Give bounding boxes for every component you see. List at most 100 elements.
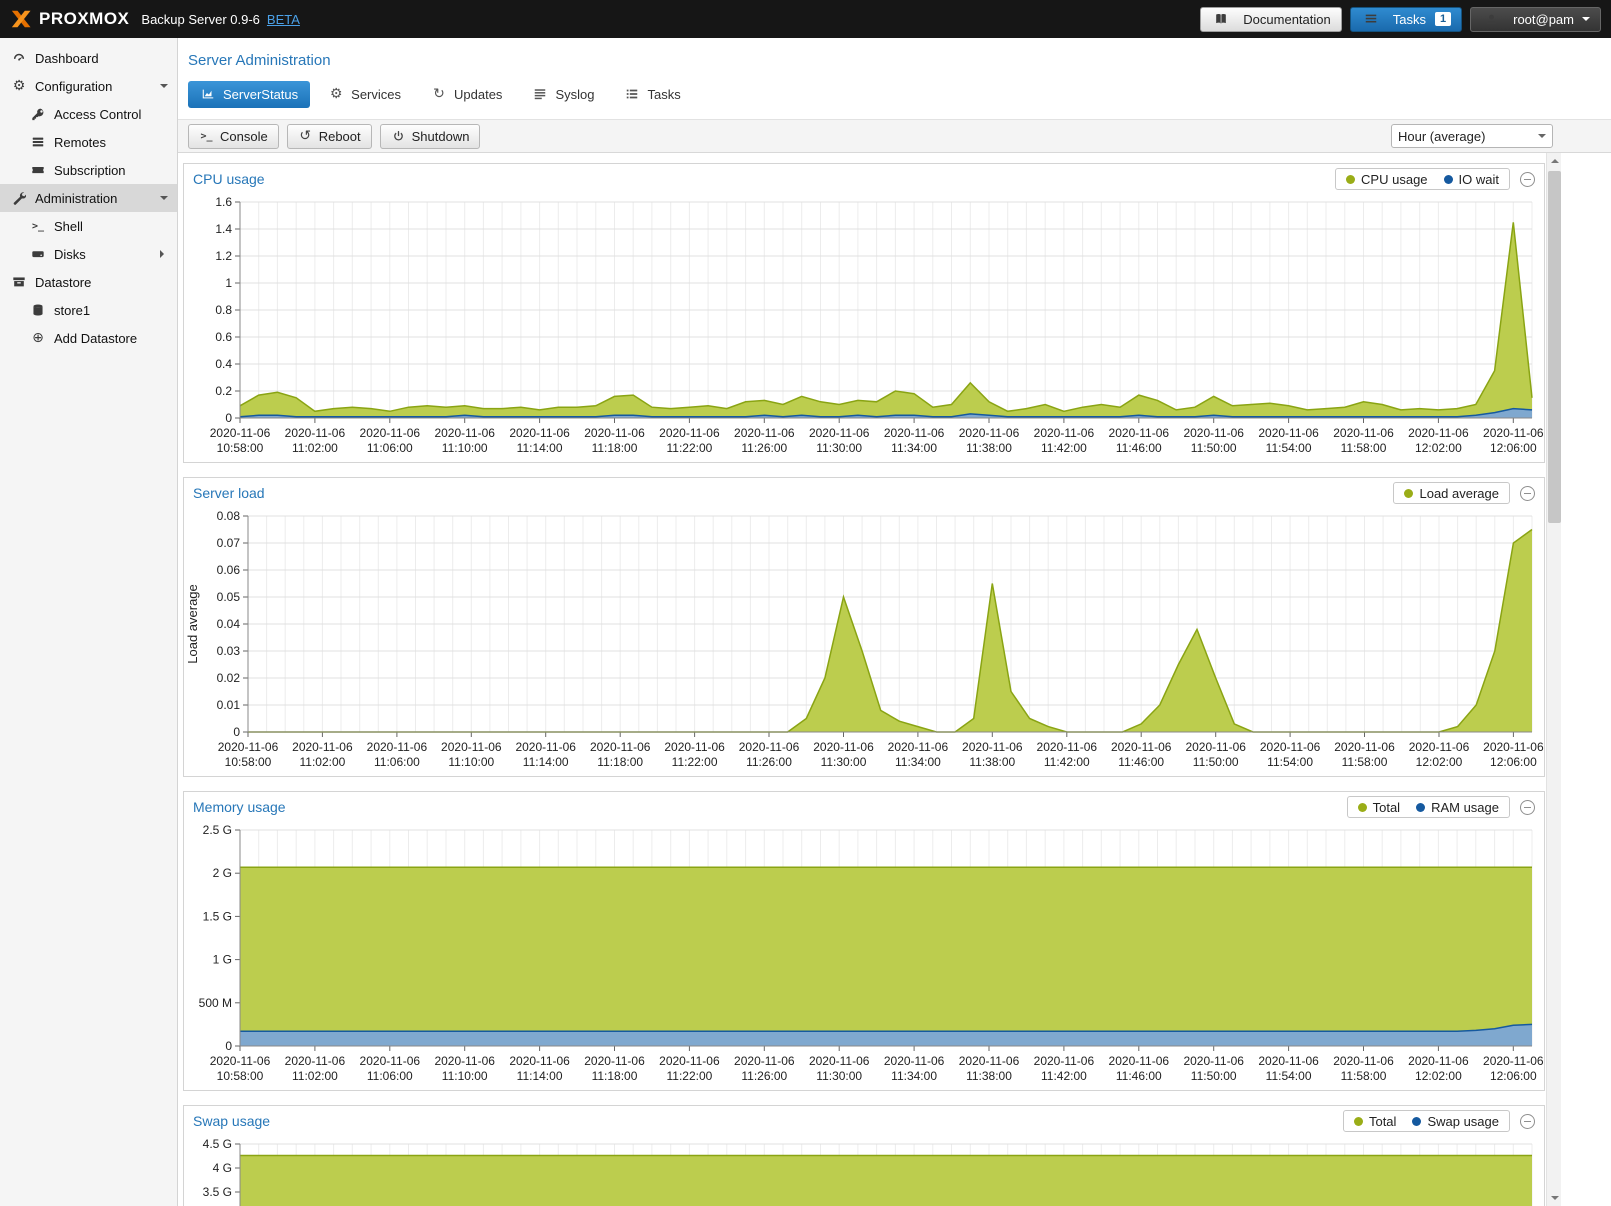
svg-text:1.5 G: 1.5 G	[203, 909, 232, 923]
archive-box-icon	[9, 275, 29, 289]
shutdown-button[interactable]: Shutdown	[380, 124, 481, 149]
svg-text:2020-11-0610:58:00: 2020-11-0610:58:00	[210, 426, 271, 455]
panel-title: Server load	[193, 485, 265, 501]
svg-text:2020-11-0611:22:00: 2020-11-0611:22:00	[659, 1054, 720, 1083]
svg-text:0.4: 0.4	[215, 357, 232, 371]
legend: Load average	[1393, 482, 1510, 504]
svg-text:2020-11-0612:06:00: 2020-11-0612:06:00	[1483, 740, 1544, 769]
sidebar-item-subscription[interactable]: Subscription	[0, 156, 177, 184]
cpu-usage-chart: 00.20.40.60.811.21.41.62020-11-0610:58:0…	[184, 194, 1544, 462]
tasks-label: Tasks	[1393, 12, 1426, 27]
brand: PROXMOX Backup Server 0.9-6 BETA	[10, 8, 300, 30]
sidebar-item-access-control[interactable]: Access Control	[0, 100, 177, 128]
svg-text:2020-11-0611:02:00: 2020-11-0611:02:00	[292, 740, 353, 769]
status-toolbar: >_ Console ↺ Reboot Shutdown Hour (avera…	[178, 119, 1611, 153]
user-label: root@pam	[1513, 12, 1574, 27]
sidebar-item-datastore[interactable]: Datastore	[0, 268, 177, 296]
svg-text:0: 0	[225, 411, 232, 425]
svg-text:2020-11-0611:10:00: 2020-11-0611:10:00	[434, 426, 495, 455]
svg-text:0.6: 0.6	[215, 330, 232, 344]
svg-text:2020-11-0611:30:00: 2020-11-0611:30:00	[809, 1054, 870, 1083]
svg-text:2020-11-0611:22:00: 2020-11-0611:22:00	[659, 426, 720, 455]
sidebar-item-disks[interactable]: Disks	[0, 240, 177, 268]
collapse-arrow-icon[interactable]	[160, 84, 168, 92]
svg-text:2020-11-0611:46:00: 2020-11-0611:46:00	[1109, 426, 1170, 455]
collapse-panel-icon[interactable]	[1520, 486, 1535, 501]
server-load-panel: Server load Load average 00.010.020.030.…	[183, 477, 1545, 777]
sidebar-item-remotes[interactable]: Remotes	[0, 128, 177, 156]
beta-link[interactable]: BETA	[267, 12, 300, 27]
legend-dot	[1444, 175, 1453, 184]
svg-text:0.04: 0.04	[217, 617, 241, 631]
svg-text:3.5 G: 3.5 G	[203, 1185, 232, 1199]
collapse-panel-icon[interactable]	[1520, 172, 1535, 187]
legend-item: Load average	[1404, 486, 1499, 501]
timeframe-select[interactable]: Hour (average)	[1391, 124, 1553, 148]
svg-text:0: 0	[225, 1039, 232, 1053]
sidebar-item-administration[interactable]: Administration	[0, 184, 177, 212]
svg-text:2020-11-0611:18:00: 2020-11-0611:18:00	[584, 1054, 645, 1083]
topbar: PROXMOX Backup Server 0.9-6 BETA Documen…	[0, 0, 1611, 38]
scrollbar-thumb[interactable]	[1548, 171, 1561, 523]
collapse-arrow-icon[interactable]	[160, 196, 168, 204]
key-icon	[28, 107, 48, 121]
user-icon	[1481, 13, 1501, 26]
legend-item: Total	[1358, 800, 1400, 815]
svg-text:1: 1	[225, 276, 232, 290]
reboot-button[interactable]: ↺ Reboot	[287, 124, 372, 149]
sidebar-item-add-datastore[interactable]: ⊕ Add Datastore	[0, 324, 177, 352]
expand-arrow-icon[interactable]	[160, 250, 168, 258]
svg-text:4.5 G: 4.5 G	[203, 1137, 232, 1151]
product-version: Backup Server 0.9-6	[141, 12, 260, 27]
sidebar-item-shell[interactable]: >_ Shell	[0, 212, 177, 240]
console-button[interactable]: >_ Console	[188, 124, 279, 149]
tab-updates[interactable]: ↻ Updates	[419, 81, 514, 108]
scroll-up-icon[interactable]	[1547, 153, 1562, 168]
svg-text:0.02: 0.02	[217, 671, 241, 685]
topbar-actions: Documentation Tasks 1 root@pam	[1200, 7, 1601, 32]
plus-circle-icon: ⊕	[28, 331, 48, 345]
tasks-button[interactable]: Tasks 1	[1350, 7, 1462, 32]
svg-text:2020-11-0611:50:00: 2020-11-0611:50:00	[1183, 1054, 1244, 1083]
tab-services[interactable]: ⚙ Services	[316, 81, 413, 108]
svg-text:Load average: Load average	[185, 584, 200, 664]
scroll-down-icon[interactable]	[1547, 1191, 1562, 1206]
svg-text:2020-11-0611:06:00: 2020-11-0611:06:00	[367, 740, 428, 769]
svg-text:2020-11-0611:34:00: 2020-11-0611:34:00	[884, 426, 945, 455]
panel-title: CPU usage	[193, 171, 265, 187]
svg-text:2020-11-0611:02:00: 2020-11-0611:02:00	[285, 426, 346, 455]
chevron-down-icon	[1582, 17, 1590, 25]
documentation-button[interactable]: Documentation	[1200, 7, 1341, 32]
legend-item: IO wait	[1444, 172, 1499, 187]
svg-text:2020-11-0611:06:00: 2020-11-0611:06:00	[360, 1054, 421, 1083]
svg-text:2020-11-0611:26:00: 2020-11-0611:26:00	[739, 740, 800, 769]
chevron-down-icon	[1538, 134, 1546, 142]
svg-text:2020-11-0611:54:00: 2020-11-0611:54:00	[1258, 426, 1319, 455]
user-menu-button[interactable]: root@pam	[1470, 7, 1601, 32]
collapse-panel-icon[interactable]	[1520, 800, 1535, 815]
legend-dot	[1354, 1117, 1363, 1126]
collapse-panel-icon[interactable]	[1520, 1114, 1535, 1129]
svg-text:2020-11-0611:14:00: 2020-11-0611:14:00	[509, 426, 570, 455]
tab-serverstatus[interactable]: ServerStatus	[188, 81, 310, 108]
legend: CPU usage IO wait	[1335, 168, 1510, 190]
svg-text:2020-11-0611:26:00: 2020-11-0611:26:00	[734, 426, 795, 455]
sidebar-item-configuration[interactable]: ⚙ Configuration	[0, 72, 177, 100]
svg-text:2020-11-0611:38:00: 2020-11-0611:38:00	[962, 740, 1023, 769]
svg-text:2020-11-0611:30:00: 2020-11-0611:30:00	[813, 740, 874, 769]
swap-usage-panel: Swap usage Total Swap usage 0500 M1 G1.5…	[183, 1105, 1545, 1206]
vertical-scrollbar[interactable]	[1546, 153, 1561, 1206]
svg-text:1.2: 1.2	[215, 249, 232, 263]
svg-text:2020-11-0611:46:00: 2020-11-0611:46:00	[1109, 1054, 1170, 1083]
panel-title: Swap usage	[193, 1113, 270, 1129]
task-list-icon	[624, 87, 640, 101]
tab-tasks[interactable]: Tasks	[612, 81, 692, 108]
tab-syslog[interactable]: Syslog	[520, 81, 606, 108]
sidebar-item-store1[interactable]: store1	[0, 296, 177, 324]
main-content: Server Administration ServerStatus ⚙ Ser…	[178, 38, 1611, 1206]
svg-text:1 G: 1 G	[213, 953, 232, 967]
legend-dot	[1412, 1117, 1421, 1126]
sidebar-item-dashboard[interactable]: Dashboard	[0, 44, 177, 72]
svg-text:1.4: 1.4	[215, 222, 232, 236]
svg-text:2020-11-0611:14:00: 2020-11-0611:14:00	[515, 740, 576, 769]
